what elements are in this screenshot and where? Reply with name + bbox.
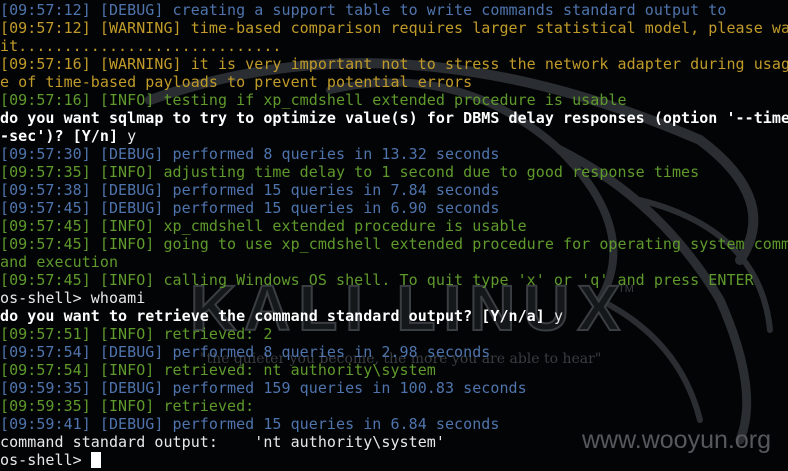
line-text: [09:57:45] [INFO] going to use xp_cmdshe… <box>0 235 788 253</box>
log-line: [09:59:35] [INFO] retrieved: <box>0 397 788 415</box>
log-line: [09:57:54] [INFO] retrieved: nt authorit… <box>0 361 788 379</box>
line-text: do you want to retrieve the command stan… <box>0 307 545 325</box>
log-line: [09:57:45] [INFO] xp_cmdshell extended p… <box>0 217 788 235</box>
log-line: [09:57:51] [INFO] retrieved: 2 <box>0 325 788 343</box>
line-text: it............................. <box>0 37 282 55</box>
line-text: [09:57:12] [WARNING] time-based comparis… <box>0 19 788 37</box>
log-line: it............................. <box>0 37 788 55</box>
log-line: [09:57:54] [DEBUG] performed 8 queries i… <box>0 343 788 361</box>
log-line: os-shell> whoami <box>0 289 788 307</box>
terminal-window[interactable]: KALI LINUX TM "the quieter you become, t… <box>0 0 788 471</box>
log-line: [09:57:30] [DEBUG] performed 8 queries i… <box>0 145 788 163</box>
line-text: [09:57:16] [INFO] testing if xp_cmdshell… <box>0 91 627 109</box>
log-line: [09:57:12] [WARNING] time-based comparis… <box>0 19 788 37</box>
log-line: and execution <box>0 253 788 271</box>
line-text: [09:57:16] [WARNING] it is very importan… <box>0 55 788 73</box>
line-text: [09:57:51] [INFO] retrieved: 2 <box>0 325 273 343</box>
log-line: [09:57:35] [INFO] adjusting time delay t… <box>0 163 788 181</box>
line-text: do you want sqlmap to try to optimize va… <box>0 109 788 127</box>
line-text: [09:57:35] [INFO] adjusting time delay t… <box>0 163 700 181</box>
log-line: [09:57:45] [DEBUG] performed 15 queries … <box>0 199 788 217</box>
terminal-output: [09:57:12] [DEBUG] creating a support ta… <box>0 1 788 469</box>
log-line: [09:57:12] [DEBUG] creating a support ta… <box>0 1 788 19</box>
prompt-answer: y <box>118 127 137 145</box>
line-text: [09:57:45] [INFO] xp_cmdshell extended p… <box>0 217 527 235</box>
log-line: [09:57:45] [INFO] going to use xp_cmdshe… <box>0 235 788 253</box>
line-text: [09:57:54] [INFO] retrieved: nt authorit… <box>0 361 436 379</box>
line-text: [09:59:35] [INFO] retrieved: <box>0 397 255 415</box>
log-line: [09:57:16] [INFO] testing if xp_cmdshell… <box>0 91 788 109</box>
log-line: [09:59:41] [DEBUG] performed 15 queries … <box>0 415 788 433</box>
log-line: [09:59:35] [DEBUG] performed 159 queries… <box>0 379 788 397</box>
line-text: [09:59:35] [DEBUG] performed 159 queries… <box>0 379 527 397</box>
terminal-cursor[interactable] <box>90 452 101 468</box>
line-text: and execution <box>0 253 119 271</box>
shell-prompt-line: os-shell> <box>0 451 788 469</box>
line-text: os-shell> whoami <box>0 289 146 307</box>
line-text: [09:57:12] [DEBUG] creating a support ta… <box>0 1 727 19</box>
line-text: [09:57:45] [DEBUG] performed 15 queries … <box>0 199 500 217</box>
prompt-answer: y <box>544 307 564 325</box>
line-text: [09:59:41] [DEBUG] performed 15 queries … <box>0 415 500 433</box>
prompt-line: do you want sqlmap to try to optimize va… <box>0 109 788 127</box>
log-line: [09:57:45] [INFO] calling Windows OS she… <box>0 271 788 289</box>
line-text: [09:57:38] [DEBUG] performed 15 queries … <box>0 181 500 199</box>
line-text: e of time-based payloads to prevent pote… <box>0 73 473 91</box>
line-text: -sec')? [Y/n] <box>0 127 119 145</box>
log-line: [09:57:16] [WARNING] it is very importan… <box>0 55 788 73</box>
prompt-line: -sec')? [Y/n] y <box>0 127 788 145</box>
log-line: [09:57:38] [DEBUG] performed 15 queries … <box>0 181 788 199</box>
line-text: os-shell> <box>0 451 91 469</box>
line-text: [09:57:54] [DEBUG] performed 8 queries i… <box>0 343 491 361</box>
line-text: [09:57:45] [INFO] calling Windows OS she… <box>0 271 754 289</box>
log-line: command standard output: 'nt authority\s… <box>0 433 788 451</box>
line-text: [09:57:30] [DEBUG] performed 8 queries i… <box>0 145 500 163</box>
log-line: e of time-based payloads to prevent pote… <box>0 73 788 91</box>
prompt-line: do you want to retrieve the command stan… <box>0 307 788 325</box>
line-text: command standard output: 'nt authority\s… <box>0 433 445 451</box>
